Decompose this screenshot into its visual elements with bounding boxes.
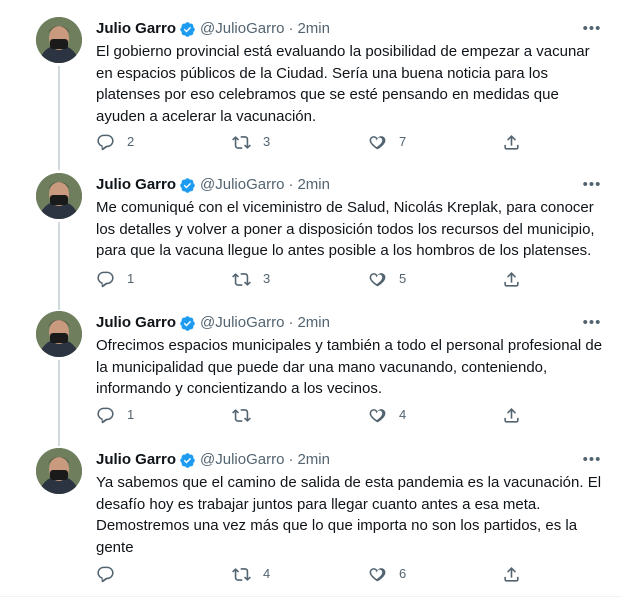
share-icon [502,406,521,425]
tweet-header: Julio Garro @JulioGarro · 2min [96,313,330,333]
timestamp[interactable]: 2min [297,175,330,195]
retweet-icon [232,133,251,152]
reply-button[interactable]: 1 [96,404,134,426]
tweet-actions: 4 6 [96,563,526,585]
reply-count: 1 [127,271,135,286]
tweet-actions: 1 4 [96,404,526,426]
retweet-count: 3 [263,134,271,149]
retweet-button[interactable] [232,404,263,426]
like-button[interactable]: 7 [368,131,406,153]
reply-count: 2 [127,134,135,149]
tweet-text: El gobierno provincial está evaluando la… [96,43,590,125]
retweet-button[interactable]: 4 [232,563,270,585]
reply-icon [96,270,115,289]
more-options-icon[interactable]: ••• [580,19,604,39]
share-icon [502,565,521,584]
author-handle[interactable]: @JulioGarro [200,313,284,333]
retweet-icon [232,406,251,425]
reply-button[interactable]: 2 [96,131,134,153]
reply-icon [96,406,115,425]
tweet[interactable]: Julio Garro @JulioGarro · 2min ••• Me co… [0,173,621,303]
author-handle[interactable]: @JulioGarro [200,450,284,470]
author-handle[interactable]: @JulioGarro [200,175,284,195]
timestamp[interactable]: 2min [297,19,330,39]
verified-badge-icon [179,315,196,332]
author-name[interactable]: Julio Garro [96,175,176,195]
retweet-button[interactable]: 3 [232,268,270,290]
tweet-text: Ya sabemos que el camino de salida de es… [96,474,602,556]
share-icon [502,270,521,289]
tweet[interactable]: Julio Garro @JulioGarro · 2min ••• Ya sa… [0,448,621,588]
like-count: 7 [399,134,407,149]
more-options-icon[interactable]: ••• [580,313,604,333]
separator-dot: · [288,451,294,468]
reply-icon [96,565,115,584]
avatar[interactable] [36,173,82,219]
more-options-icon[interactable]: ••• [580,450,604,470]
share-button[interactable] [502,268,521,290]
reply-icon [96,133,115,152]
separator-dot: · [288,176,294,193]
tweet-actions: 1 3 5 [96,268,526,290]
heart-icon [368,406,387,425]
verified-badge-icon [179,452,196,469]
tweet-header: Julio Garro @JulioGarro · 2min [96,175,330,195]
heart-icon [368,270,387,289]
tweet-header: Julio Garro @JulioGarro · 2min [96,450,330,470]
verified-badge-icon [179,177,196,194]
retweet-icon [232,565,251,584]
author-name[interactable]: Julio Garro [96,19,176,39]
avatar[interactable] [36,448,82,494]
share-button[interactable] [502,404,521,426]
author-name[interactable]: Julio Garro [96,313,176,333]
tweet-text: Me comuniqué con el viceministro de Salu… [96,199,595,259]
tweet-actions: 2 3 7 [96,131,526,153]
retweet-icon [232,270,251,289]
share-icon [502,133,521,152]
tweet[interactable]: Julio Garro @JulioGarro · 2min ••• Ofrec… [0,311,621,441]
reply-count: 1 [127,407,135,422]
avatar[interactable] [36,17,82,63]
retweet-button[interactable]: 3 [232,131,270,153]
like-button[interactable]: 5 [368,268,406,290]
like-button[interactable]: 4 [368,404,406,426]
heart-icon [368,133,387,152]
reply-button[interactable] [96,563,127,585]
reply-button[interactable]: 1 [96,268,134,290]
retweet-count: 3 [263,271,271,286]
tweet-thread: Julio Garro @JulioGarro · 2min ••• El go… [0,0,621,597]
verified-badge-icon [179,21,196,38]
like-count: 5 [399,271,407,286]
like-count: 6 [399,566,407,581]
author-name[interactable]: Julio Garro [96,450,176,470]
avatar[interactable] [36,311,82,357]
separator-dot: · [288,20,294,37]
share-button[interactable] [502,131,521,153]
heart-icon [368,565,387,584]
timestamp[interactable]: 2min [297,313,330,333]
tweet-text: Ofrecimos espacios municipales y también… [96,337,603,397]
separator-dot: · [288,314,294,331]
tweet-header: Julio Garro @JulioGarro · 2min [96,19,330,39]
more-options-icon[interactable]: ••• [580,175,604,195]
retweet-count: 4 [263,566,271,581]
like-button[interactable]: 6 [368,563,406,585]
tweet[interactable]: Julio Garro @JulioGarro · 2min ••• El go… [0,17,621,157]
timestamp[interactable]: 2min [297,450,330,470]
like-count: 4 [399,407,407,422]
author-handle[interactable]: @JulioGarro [200,19,284,39]
share-button[interactable] [502,563,521,585]
